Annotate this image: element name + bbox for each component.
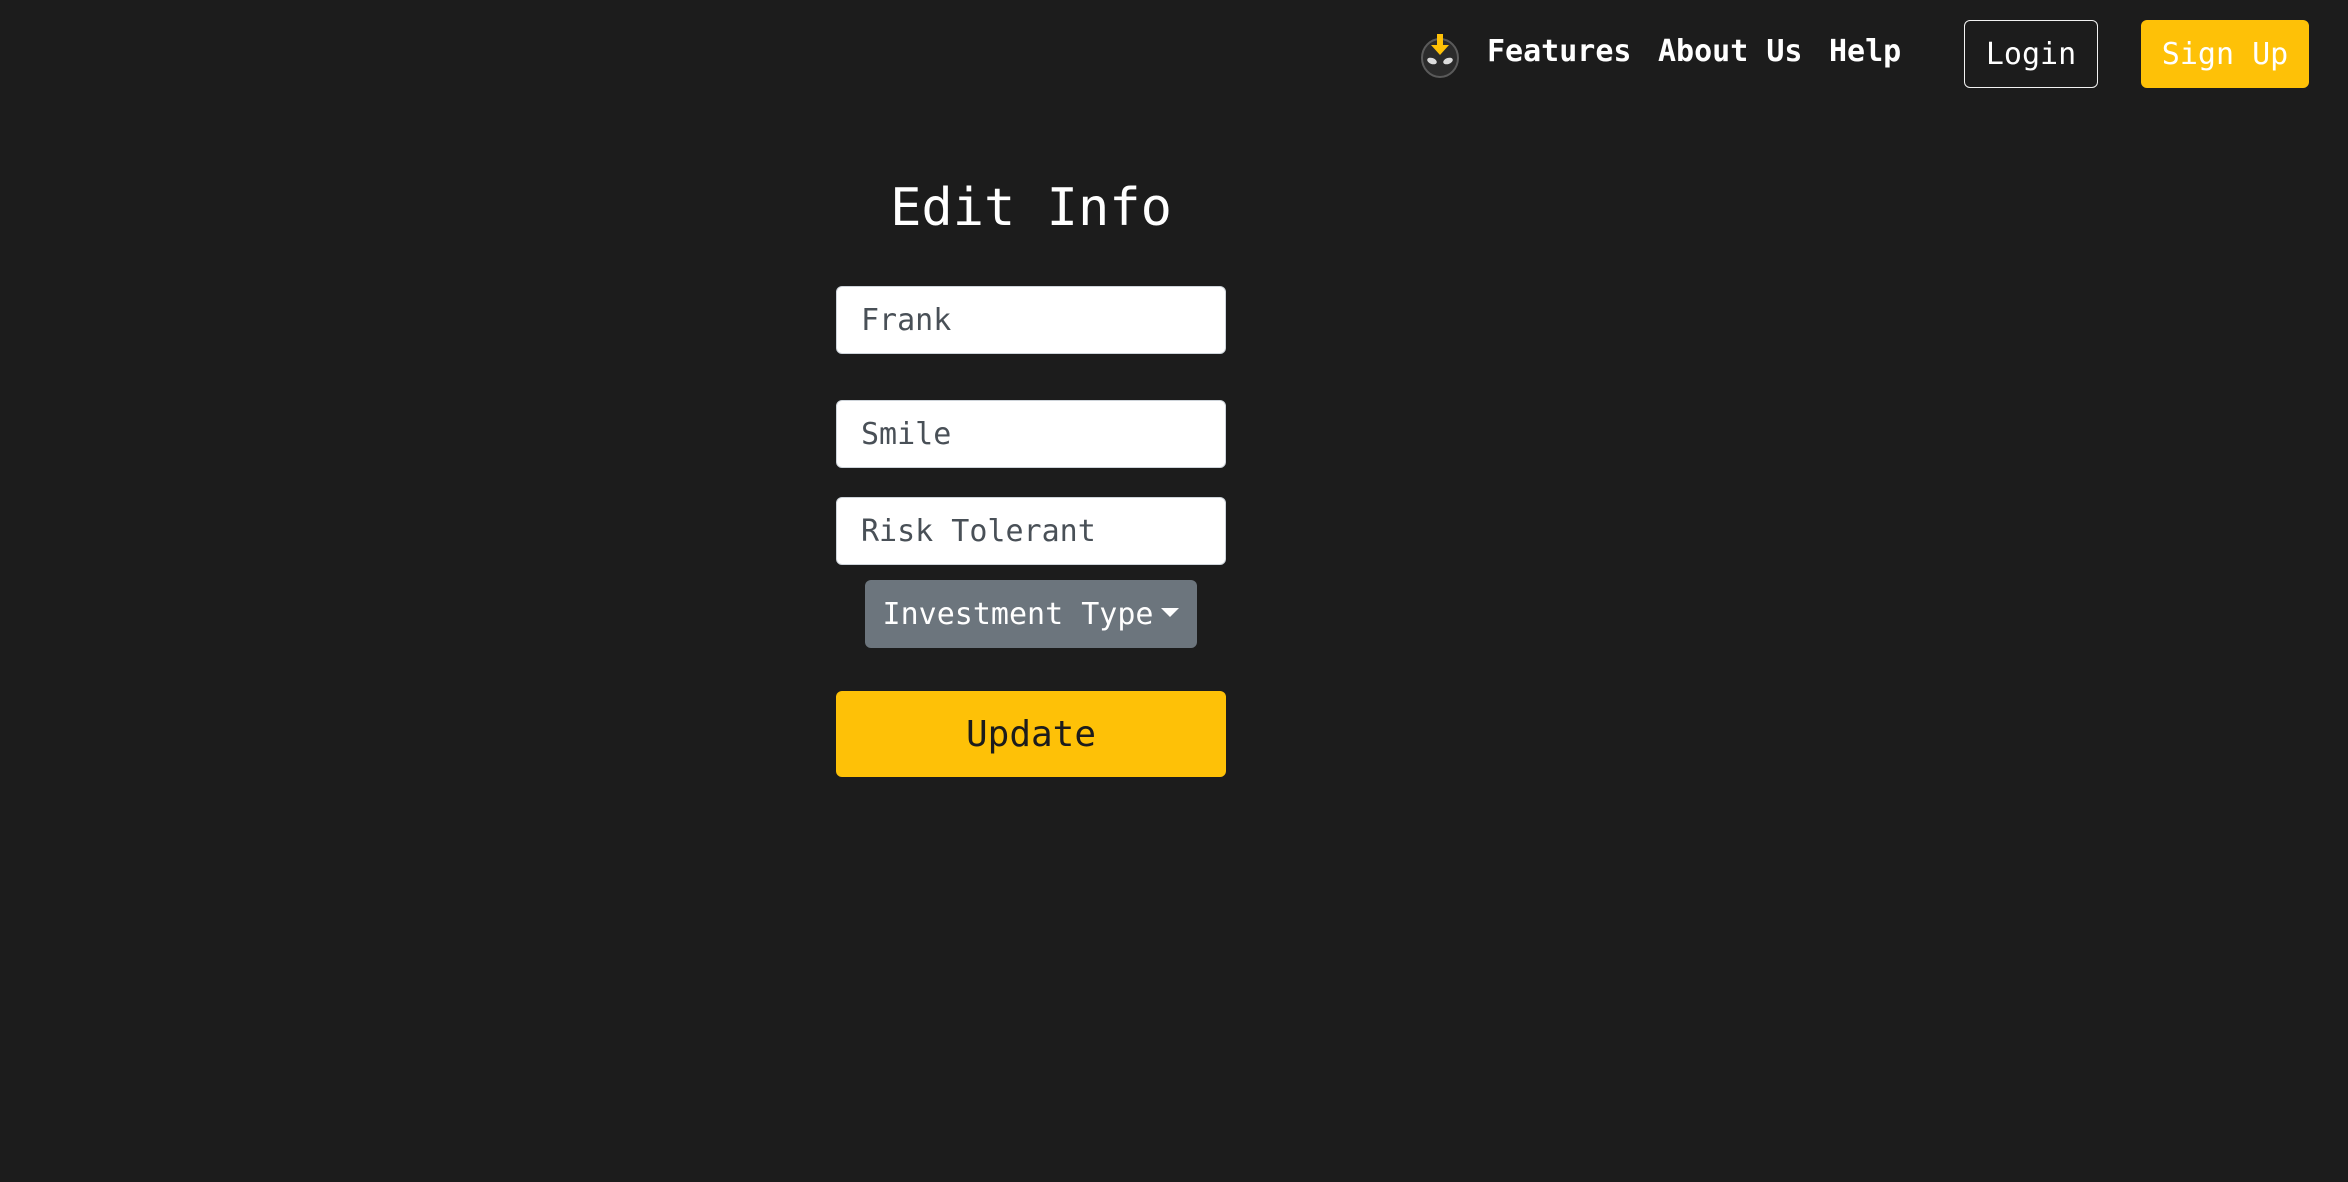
- investment-type-dropdown[interactable]: Investment Type: [865, 580, 1197, 648]
- last-name-input[interactable]: [836, 400, 1226, 468]
- sign-up-button[interactable]: Sign Up: [2141, 20, 2309, 88]
- update-button[interactable]: Update: [836, 691, 1226, 777]
- login-button[interactable]: Login: [1964, 20, 2098, 88]
- caret-down-icon: [1161, 607, 1180, 617]
- page-title: Edit Info: [890, 178, 1172, 238]
- nav-link-features[interactable]: Features: [1487, 30, 1632, 74]
- nav-link-about-us[interactable]: About Us: [1658, 30, 1803, 74]
- first-name-input[interactable]: [836, 286, 1226, 354]
- top-navbar: Features About Us Help Login Sign Up: [0, 0, 2348, 106]
- risk-tolerance-input[interactable]: [836, 497, 1226, 565]
- investment-type-label: Investment Type: [882, 596, 1154, 632]
- nav-link-help[interactable]: Help: [1829, 30, 1901, 74]
- alien-download-icon[interactable]: [1418, 31, 1462, 78]
